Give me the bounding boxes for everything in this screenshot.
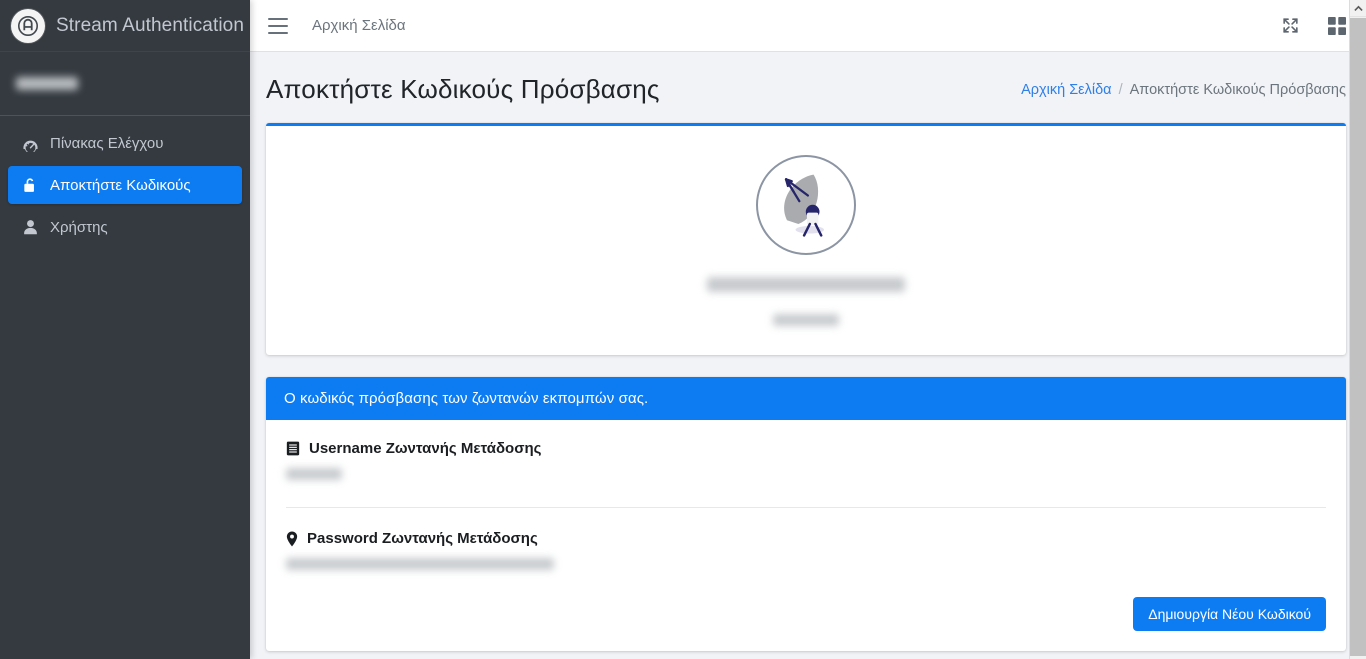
unlock-icon xyxy=(18,177,42,194)
credential-label-text: Password Ζωντανής Μετάδοσης xyxy=(307,530,538,547)
credentials-card-footer: Δημιουργία Νέου Κωδικού xyxy=(266,597,1346,651)
map-pin-icon xyxy=(286,531,298,547)
breadcrumb-home-link[interactable]: Αρχική Σελίδα xyxy=(1021,82,1111,98)
sidebar-item-label: Πίνακας Ελέγχου xyxy=(50,134,164,152)
breadcrumb-separator: / xyxy=(1118,81,1123,98)
sidebar: Stream Authentication Πίνακας Ελέγχου Απ… xyxy=(0,0,250,659)
credential-row-password: Password Ζωντανής Μετάδοσης xyxy=(286,507,1326,597)
station-name-redacted xyxy=(707,277,905,292)
page-content: Αποκτήστε Κωδικούς Πρόσβασης Αρχική Σελί… xyxy=(250,52,1366,651)
credentials-list: Username Ζωντανής Μετάδοσης Password Ζων… xyxy=(266,420,1346,597)
credential-value-redacted xyxy=(286,558,554,570)
credential-value-redacted xyxy=(286,468,342,480)
tachometer-icon xyxy=(18,135,42,152)
breadcrumb: Αρχική Σελίδα / Αποκτήστε Κωδικούς Πρόσβ… xyxy=(1021,82,1346,98)
sidebar-item-label: Χρήστης xyxy=(50,218,108,236)
user-icon xyxy=(18,219,42,236)
station-sub-redacted xyxy=(773,314,839,326)
grid-squares-icon[interactable] xyxy=(1328,16,1346,35)
sidebar-item-user[interactable]: Χρήστης xyxy=(8,208,242,246)
station-logo-card xyxy=(266,123,1346,355)
credential-label: Username Ζωντανής Μετάδοσης xyxy=(286,440,1326,457)
credentials-card: Ο κωδικός πρόσβασης των ζωντανών εκπομπώ… xyxy=(266,377,1346,651)
sidebar-item-get-passwords[interactable]: Αποκτήστε Κωδικούς xyxy=(8,166,242,204)
breadcrumb-current: Αποκτήστε Κωδικούς Πρόσβασης xyxy=(1129,81,1346,98)
sidebar-item-dashboard[interactable]: Πίνακας Ελέγχου xyxy=(8,124,242,162)
topbar: Αρχική Σελίδα xyxy=(250,0,1366,52)
satellite-dish-icon xyxy=(756,155,856,255)
page-head: Αποκτήστε Κωδικούς Πρόσβασης Αρχική Σελί… xyxy=(266,52,1346,123)
page-scrollbar[interactable] xyxy=(1349,0,1366,659)
main-area: Αρχική Σελίδα Αποκτήστε Κωδικούς Πρόσβασ… xyxy=(250,0,1366,659)
card-banner: Ο κωδικός πρόσβασης των ζωντανών εκπομπώ… xyxy=(266,377,1346,420)
generate-new-password-button[interactable]: Δημιουργία Νέου Κωδικού xyxy=(1133,597,1326,631)
page-title: Αποκτήστε Κωδικούς Πρόσβασης xyxy=(266,74,660,104)
credential-row-username: Username Ζωντανής Μετάδοσης xyxy=(286,440,1326,507)
topbar-home-link[interactable]: Αρχική Σελίδα xyxy=(312,17,406,34)
sidebar-user-panel[interactable] xyxy=(0,52,250,116)
credential-label: Password Ζωντανής Μετάδοσης xyxy=(286,530,1326,547)
brand-title: Stream Authentication xyxy=(56,14,244,36)
circle-a-logo-icon xyxy=(11,8,45,43)
sidebar-nav: Πίνακας Ελέγχου Αποκτήστε Κωδικούς Χρήστ… xyxy=(0,116,250,246)
expand-arrows-icon[interactable] xyxy=(1281,16,1300,35)
sidebar-brand[interactable]: Stream Authentication xyxy=(0,0,250,52)
hamburger-icon[interactable] xyxy=(268,17,288,34)
app-root: Stream Authentication Πίνακας Ελέγχου Απ… xyxy=(0,0,1366,659)
sidebar-user-name-redacted xyxy=(16,77,78,90)
book-icon xyxy=(286,441,300,456)
sidebar-item-label: Αποκτήστε Κωδικούς xyxy=(50,176,191,194)
scrollbar-thumb[interactable] xyxy=(1350,18,1366,656)
chevron-up-icon[interactable] xyxy=(1350,0,1366,17)
credential-label-text: Username Ζωντανής Μετάδοσης xyxy=(309,440,542,457)
